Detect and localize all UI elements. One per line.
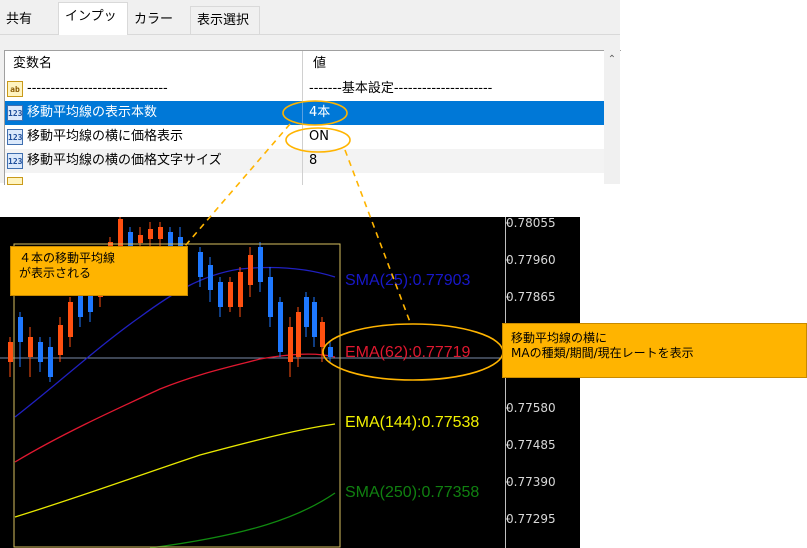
ema62-line [14,353,336,463]
column-header-name[interactable]: 変数名 [5,51,303,77]
parameter-grid: 変数名 値 ab ------------------------------ -… [4,50,621,185]
price-tick-label: 0.77580 [506,401,556,415]
tab-input[interactable]: インプット [58,2,128,52]
tab-display-select[interactable]: 表示選択 [190,6,260,34]
column-header-value[interactable]: 値 [305,51,605,77]
grid-scrollbar[interactable]: ⌃ [604,50,620,184]
param-value[interactable]: 8 [305,153,317,168]
sma250-line [149,492,336,548]
param-name: 移動平均線の横の価格文字サイズ [27,153,222,168]
tab-color[interactable]: カラー [128,6,179,34]
price-tick-label: 0.77295 [506,512,556,526]
price-tick-label: 0.77960 [506,253,556,267]
table-row[interactable]: 123 移動平均線の表示本数 4本 [5,101,605,125]
string-param-icon: ab [7,81,23,97]
table-row[interactable]: ab ------------------------------ -------… [5,77,605,101]
input-panel: 変数名 値 ab ------------------------------ -… [0,35,621,185]
note-line: 移動平均線の横に [511,331,608,345]
tab-bar: 共有 インプット カラー 表示選択 [0,0,620,52]
string-param-icon [7,177,23,185]
number-param-icon: 123 [7,129,23,145]
number-param-icon: 123 [7,153,23,169]
tab-share[interactable]: 共有 [0,6,38,34]
sma250-label: SMA(250):0.77358 [345,484,480,501]
price-tick-label: 0.77865 [506,290,556,304]
param-value[interactable]: 4本 [305,105,330,120]
scroll-up-icon[interactable]: ⌃ [604,54,620,65]
note-line: が表示される [19,266,92,280]
grid-header: 変数名 値 [5,51,605,77]
candlesticks [8,217,333,382]
table-row[interactable]: 123 移動平均線の横の価格文字サイズ 8 [5,149,605,173]
note-left: ４本の移動平均線 が表示される [10,246,188,296]
ema144-line [14,423,336,518]
param-name: ------------------------------ [27,81,168,96]
number-param-icon: 123 [7,105,23,121]
param-name: 移動平均線の横に価格表示 [27,129,184,144]
param-value[interactable]: ON [305,129,329,144]
table-row-partial [5,173,605,185]
sma25-label: SMA(25):0.77903 [345,272,471,289]
note-line: ４本の移動平均線 [19,251,116,265]
param-name: 移動平均線の表示本数 [27,105,158,120]
price-tick-label: 0.78055 [506,216,556,230]
price-tick-label: 0.77390 [506,475,556,489]
param-value[interactable]: -------基本設定--------------------- [305,81,492,96]
ema62-label: EMA(62):0.77719 [345,344,471,361]
note-right: 移動平均線の横に MAの種類/期間/現在レートを表示 [502,323,807,378]
price-tick-label: 0.77485 [506,438,556,452]
ema144-label: EMA(144):0.77538 [345,414,480,431]
note-line: MAの種類/期間/現在レートを表示 [511,346,694,360]
table-row[interactable]: 123 移動平均線の横に価格表示 ON [5,125,605,149]
